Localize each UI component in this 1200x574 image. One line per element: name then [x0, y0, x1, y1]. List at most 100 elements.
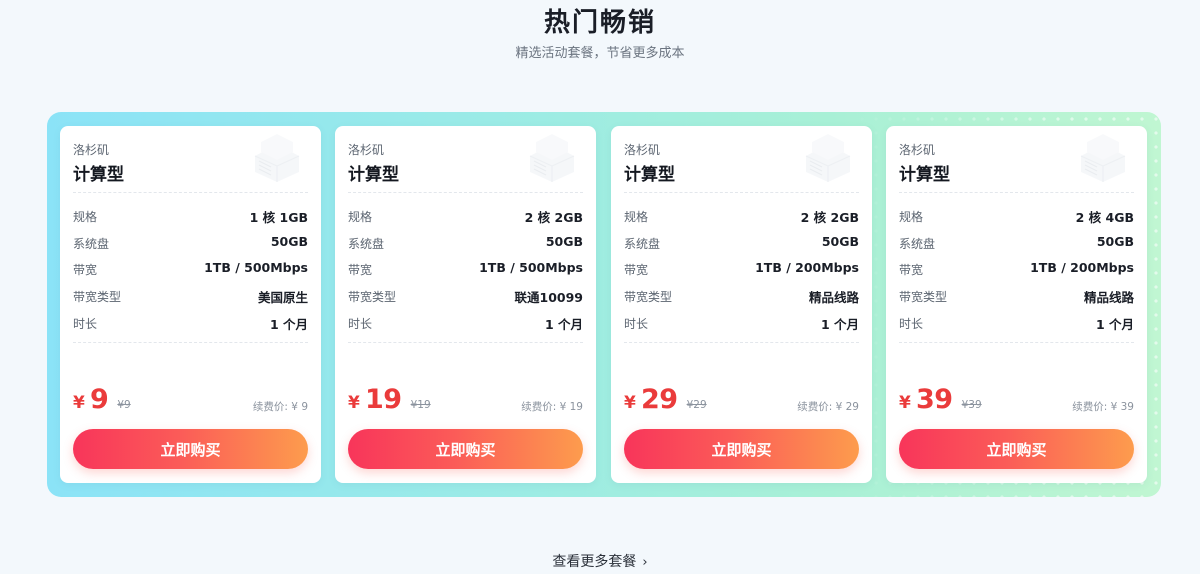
spec-label: 规格	[899, 210, 924, 224]
spec-row-disk: 系统盘 50GB	[899, 233, 1134, 253]
disk-value: 50GB	[545, 234, 583, 249]
spec-row-duration: 时长 1 个月	[348, 313, 583, 333]
price-block: ¥ 39 ¥39	[899, 384, 982, 418]
buy-now-button[interactable]: 立即购买	[899, 429, 1134, 469]
original-price: ¥39	[961, 399, 982, 411]
disk-label: 系统盘	[73, 237, 110, 251]
currency-symbol: ¥	[899, 393, 911, 413]
duration-value: 1 个月	[820, 317, 859, 332]
duration-label: 时长	[899, 317, 924, 331]
disk-label: 系统盘	[348, 237, 385, 251]
bandwidth-value: 1TB / 500Mbps	[479, 260, 583, 275]
section-subtitle: 精选活动套餐，节省更多成本	[515, 46, 685, 61]
duration-label: 时长	[624, 317, 649, 331]
server-icon	[1080, 134, 1126, 182]
price-value: 29	[640, 384, 678, 415]
divider	[624, 192, 859, 193]
bandwidth-type-value: 精品线路	[808, 290, 859, 305]
disk-value: 50GB	[821, 234, 859, 249]
spec-row-bandwidth-type: 带宽类型 联通10099	[348, 286, 583, 306]
spec-row-duration: 时长 1 个月	[73, 313, 308, 333]
price-block: ¥ 19 ¥19	[348, 384, 431, 418]
bandwidth-type-label: 带宽类型	[73, 290, 122, 304]
renewal-price: 续费价: ¥ 9	[252, 401, 308, 413]
price-block: ¥ 9 ¥9	[73, 384, 131, 418]
bandwidth-label: 带宽	[899, 263, 924, 277]
spec-row-bandwidth: 带宽 1TB / 200Mbps	[624, 259, 859, 279]
bandwidth-label: 带宽	[73, 263, 98, 277]
plan-type: 计算型	[73, 165, 124, 185]
disk-value: 50GB	[1096, 234, 1134, 249]
spec-row-duration: 时长 1 个月	[624, 313, 859, 333]
spec-value: 2 核 4GB	[1075, 210, 1134, 225]
spec-value: 2 核 2GB	[524, 210, 583, 225]
bandwidth-value: 1TB / 200Mbps	[755, 260, 859, 275]
bandwidth-type-label: 带宽类型	[348, 290, 397, 304]
divider	[73, 342, 308, 343]
spec-row-bandwidth: 带宽 1TB / 500Mbps	[73, 259, 308, 279]
bandwidth-type-value: 美国原生	[257, 290, 308, 305]
spec-row-spec: 规格 2 核 2GB	[348, 206, 583, 226]
plan-type: 计算型	[348, 165, 399, 185]
spec-row-bandwidth: 带宽 1TB / 500Mbps	[348, 259, 583, 279]
divider	[624, 342, 859, 343]
divider	[73, 192, 308, 193]
plan-location: 洛杉矶	[73, 143, 110, 157]
plan-location: 洛杉矶	[348, 143, 385, 157]
chevron-right-icon: ›	[642, 555, 648, 570]
plan-location: 洛杉矶	[899, 143, 936, 157]
spec-value: 2 核 2GB	[800, 210, 859, 225]
bandwidth-type-value: 精品线路	[1083, 290, 1134, 305]
original-price: ¥9	[117, 399, 131, 411]
divider	[348, 342, 583, 343]
buy-now-button[interactable]: 立即购买	[624, 429, 859, 469]
spec-label: 规格	[73, 210, 98, 224]
spec-row-duration: 时长 1 个月	[899, 313, 1134, 333]
spec-row-bandwidth-type: 带宽类型 精品线路	[899, 286, 1134, 306]
bandwidth-type-label: 带宽类型	[899, 290, 948, 304]
spec-label: 规格	[348, 210, 373, 224]
spec-row-bandwidth-type: 带宽类型 美国原生	[73, 286, 308, 306]
original-price: ¥19	[410, 399, 431, 411]
spec-value: 1 核 1GB	[249, 210, 308, 225]
renewal-price: 续费价: ¥ 19	[521, 401, 583, 413]
duration-value: 1 个月	[1095, 317, 1134, 332]
divider	[899, 342, 1134, 343]
renewal-price: 续费价: ¥ 29	[797, 401, 859, 413]
disk-label: 系统盘	[899, 237, 936, 251]
currency-symbol: ¥	[73, 393, 85, 413]
spec-row-disk: 系统盘 50GB	[73, 233, 308, 253]
disk-value: 50GB	[270, 234, 308, 249]
spec-row-disk: 系统盘 50GB	[624, 233, 859, 253]
buy-now-button[interactable]: 立即购买	[73, 429, 308, 469]
spec-row-spec: 规格 2 核 2GB	[624, 206, 859, 226]
plan-location: 洛杉矶	[624, 143, 661, 157]
price-value: 39	[915, 384, 953, 415]
bandwidth-type-value: 联通10099	[514, 290, 584, 305]
server-icon	[254, 134, 300, 182]
view-more-label: 查看更多套餐	[552, 554, 637, 570]
duration-label: 时长	[348, 317, 373, 331]
currency-symbol: ¥	[348, 393, 360, 413]
price-value: 9	[89, 384, 109, 415]
server-icon	[805, 134, 851, 182]
server-icon	[529, 134, 575, 182]
view-more-plans-link[interactable]: 查看更多套餐 ›	[552, 554, 647, 570]
bandwidth-value: 1TB / 500Mbps	[204, 260, 308, 275]
bandwidth-label: 带宽	[624, 263, 649, 277]
plan-card: 洛杉矶 计算型 规格 1 核 1GB 系统盘 50GB 带宽 1TB / 500…	[60, 126, 321, 483]
section-title: 热门畅销	[543, 8, 656, 38]
plan-card: 洛杉矶 计算型 规格 2 核 4GB 系统盘 50GB 带宽 1TB / 200…	[886, 126, 1147, 483]
buy-now-button[interactable]: 立即购买	[348, 429, 583, 469]
plan-card: 洛杉矶 计算型 规格 2 核 2GB 系统盘 50GB 带宽 1TB / 500…	[335, 126, 596, 483]
plan-type: 计算型	[899, 165, 950, 185]
bandwidth-value: 1TB / 200Mbps	[1030, 260, 1134, 275]
spec-row-spec: 规格 1 核 1GB	[73, 206, 308, 226]
view-more-section: 查看更多套餐 ›	[0, 551, 1200, 571]
spec-row-bandwidth: 带宽 1TB / 200Mbps	[899, 259, 1134, 279]
spec-label: 规格	[624, 210, 649, 224]
bandwidth-type-label: 带宽类型	[624, 290, 673, 304]
disk-label: 系统盘	[624, 237, 661, 251]
bandwidth-label: 带宽	[348, 263, 373, 277]
divider	[899, 192, 1134, 193]
